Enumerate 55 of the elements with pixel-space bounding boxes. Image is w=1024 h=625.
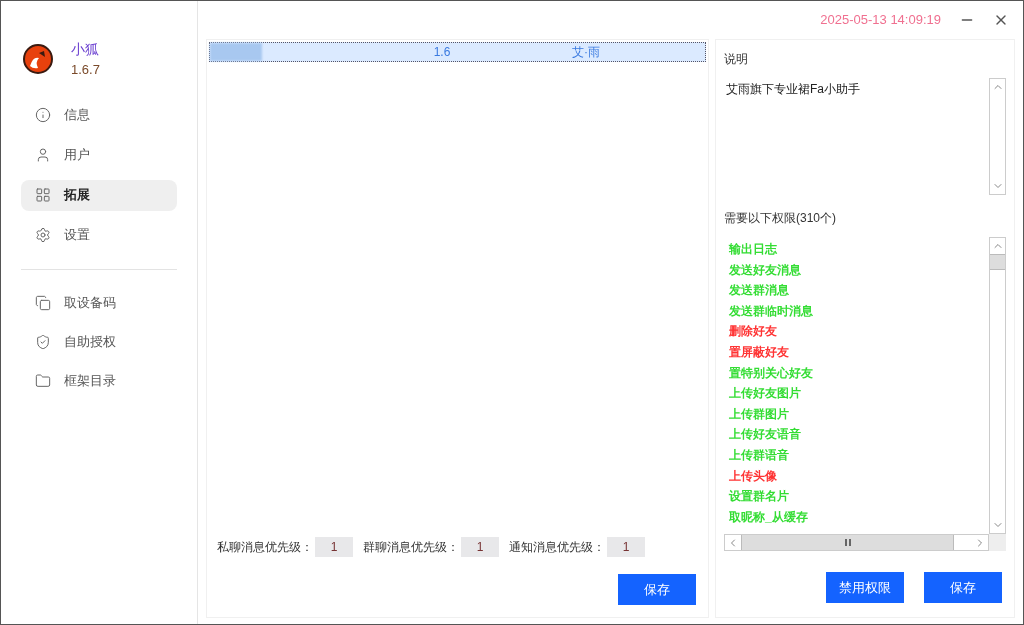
- scroll-corner: [989, 534, 1006, 551]
- folder-icon: [35, 373, 51, 389]
- grid-icon: [35, 187, 51, 203]
- scroll-thumb[interactable]: [990, 254, 1005, 270]
- scrollbar[interactable]: [989, 237, 1006, 534]
- permission-item: 发送群消息: [729, 282, 789, 300]
- action-button[interactable]: 禁用权限: [826, 572, 904, 603]
- copy-icon: [35, 295, 51, 311]
- nav-item[interactable]: 拓展: [21, 179, 177, 211]
- permission-item: 取昵称_从缓存: [729, 508, 808, 526]
- nav-item[interactable]: 用户: [21, 139, 177, 171]
- priority-label: 私聊消息优先级：: [217, 539, 313, 556]
- plugin-version: 1.6: [432, 44, 452, 61]
- datetime: 2025-05-13 14:09:19: [820, 11, 941, 30]
- priority-label: 群聊消息优先级：: [363, 539, 459, 556]
- permission-item: 上传好友语音: [729, 426, 801, 444]
- permissions-title: 需要以下权限(310个): [724, 210, 837, 227]
- scrollbar[interactable]: [989, 78, 1006, 195]
- app-name: 小狐: [71, 40, 100, 59]
- app-version: 1.6.7: [71, 61, 100, 79]
- priority-field[interactable]: 1: [607, 537, 645, 557]
- shield-icon: [35, 334, 51, 350]
- user-icon: [35, 147, 51, 163]
- permission-item: 设置群名片: [729, 488, 789, 506]
- priority-label: 通知消息优先级：: [509, 539, 605, 556]
- grip-icon: [844, 539, 851, 546]
- permission-item: 置屏蔽好友: [729, 343, 789, 361]
- settings-icon: [35, 227, 51, 243]
- action-button[interactable]: 保存: [924, 572, 1002, 603]
- permission-item: 上传头像: [729, 467, 777, 485]
- permission-item: 发送群临时消息: [729, 302, 813, 320]
- description-text: 艾雨旗下专业裙Fa小助手: [725, 81, 861, 98]
- nav-item[interactable]: 信息: [21, 99, 177, 131]
- description-title: 说明: [724, 51, 749, 68]
- plugin-author: 艾·雨: [572, 44, 600, 61]
- priority-field[interactable]: 1: [461, 537, 499, 557]
- permission-item: 上传群图片: [729, 405, 789, 423]
- save-button[interactable]: 保存: [618, 574, 696, 605]
- plugin-row[interactable]: 1.6 艾·雨: [209, 42, 706, 62]
- tool-item[interactable]: 取设备码: [21, 287, 177, 319]
- fox-logo-icon: [23, 44, 53, 75]
- permission-item: 上传好友图片: [729, 385, 801, 403]
- permission-item: 发送好友消息: [729, 261, 801, 279]
- permission-item: 输出日志: [729, 241, 777, 258]
- info-icon: [35, 107, 51, 123]
- tool-item[interactable]: 框架目录: [21, 365, 177, 397]
- permission-item: 删除好友: [729, 323, 777, 341]
- nav-item[interactable]: 设置: [21, 219, 177, 251]
- priority-field[interactable]: 1: [315, 537, 353, 557]
- tool-item[interactable]: 自助授权: [21, 326, 177, 358]
- scroll-thumb[interactable]: [741, 535, 954, 550]
- horizontal-scrollbar[interactable]: [724, 534, 989, 551]
- permission-item: 置特别关心好友: [729, 364, 813, 382]
- permission-item: 上传群语音: [729, 446, 789, 464]
- blurred-name: [210, 43, 262, 61]
